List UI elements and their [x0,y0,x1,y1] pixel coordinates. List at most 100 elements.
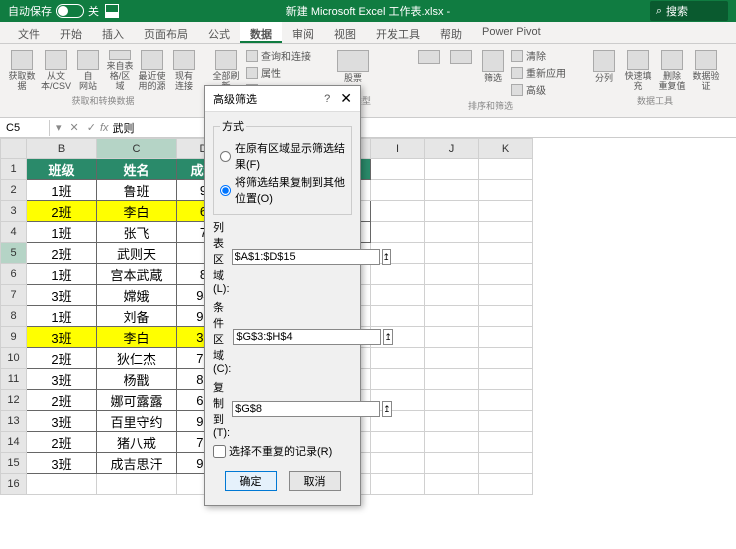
row-header[interactable]: 7 [1,285,27,306]
cell[interactable] [425,390,479,411]
ribbon-btn[interactable]: 删除重复值 [658,48,686,92]
row-header[interactable]: 11 [1,369,27,390]
ok-button[interactable]: 确定 [225,471,277,491]
row-header[interactable]: 14 [1,432,27,453]
cell[interactable]: 2班 [27,243,97,264]
cell[interactable]: 娜可露露 [97,390,177,411]
cell[interactable] [425,306,479,327]
cell[interactable] [479,474,533,495]
cell[interactable]: 1班 [27,222,97,243]
cell[interactable] [27,474,97,495]
ribbon-btn[interactable]: 最近使用的源 [138,48,166,92]
tab-Power Pivot[interactable]: Power Pivot [472,22,551,43]
cell[interactable] [479,327,533,348]
tab-数据[interactable]: 数据 [240,22,282,43]
cell[interactable]: 3班 [27,327,97,348]
criteria-range-input[interactable] [233,329,381,345]
cell[interactable]: 2班 [27,432,97,453]
cell[interactable] [425,474,479,495]
cell[interactable]: 百里守约 [97,411,177,432]
cell[interactable]: 刘备 [97,306,177,327]
cell[interactable] [371,369,425,390]
cell[interactable] [479,201,533,222]
cell[interactable]: 3班 [27,369,97,390]
row-header[interactable]: 13 [1,411,27,432]
col-header[interactable]: I [371,139,425,159]
ribbon-btn[interactable]: 数据验证 [692,48,720,92]
cell[interactable]: 3班 [27,411,97,432]
radio-copy-to[interactable]: 将筛选结果复制到其他位置(O) [220,174,345,206]
cell[interactable]: 1班 [27,264,97,285]
cell[interactable]: 班级 [27,159,97,180]
sort-desc-button[interactable] [447,48,475,92]
cell[interactable] [371,159,425,180]
tab-帮助[interactable]: 帮助 [430,22,472,43]
ribbon-btn[interactable]: 分列 [590,48,618,92]
autosave-toggle[interactable]: 自动保存 关 [8,3,99,19]
row-header[interactable]: 1 [1,159,27,180]
name-box[interactable]: C5 [0,120,50,136]
ribbon-item[interactable]: 属性 [246,65,311,80]
cell[interactable] [371,306,425,327]
cell[interactable]: 2班 [27,201,97,222]
col-header[interactable]: J [425,139,479,159]
close-icon[interactable]: ✕ [340,90,352,107]
reapply-filter[interactable]: 重新应用 [511,65,566,80]
sort-asc-button[interactable] [415,48,443,92]
ribbon-btn[interactable]: 快速填充 [624,48,652,92]
cell[interactable]: 1班 [27,306,97,327]
get-data-button[interactable]: 获取数据 [8,48,36,92]
row-header[interactable]: 6 [1,264,27,285]
filter-button[interactable]: 筛选 [479,48,507,92]
cell[interactable] [479,222,533,243]
tab-页面布局[interactable]: 页面布局 [134,22,198,43]
cell[interactable]: 狄仁杰 [97,348,177,369]
ribbon-btn[interactable]: 从文本/CSV [42,48,70,92]
cell[interactable]: 3班 [27,453,97,474]
cell[interactable] [425,411,479,432]
cell[interactable]: 武则天 [97,243,177,264]
cell[interactable] [371,432,425,453]
cell[interactable] [371,264,425,285]
row-header[interactable]: 10 [1,348,27,369]
tab-审阅[interactable]: 审阅 [282,22,324,43]
formula-input[interactable]: 武则 [113,120,135,136]
ribbon-btn[interactable]: 来自表格/区域 [106,48,134,92]
row-header[interactable]: 8 [1,306,27,327]
cell[interactable] [479,306,533,327]
row-header[interactable]: 15 [1,453,27,474]
ribbon-item[interactable]: 查询和连接 [246,48,311,63]
row-header[interactable]: 4 [1,222,27,243]
row-header[interactable]: 5 [1,243,27,264]
col-header[interactable] [1,139,27,159]
cell[interactable]: 李白 [97,201,177,222]
cell[interactable]: 宫本武蔵 [97,264,177,285]
cell[interactable] [479,411,533,432]
tab-开始[interactable]: 开始 [50,22,92,43]
unique-records-checkbox[interactable]: 选择不重复的记录(R) [213,443,352,459]
col-header[interactable]: B [27,139,97,159]
cell[interactable] [425,180,479,201]
cell[interactable]: 姓名 [97,159,177,180]
tab-视图[interactable]: 视图 [324,22,366,43]
fx-icon[interactable]: fx [100,122,109,134]
cell[interactable] [425,369,479,390]
cell[interactable] [479,453,533,474]
cell[interactable] [479,285,533,306]
cell[interactable]: 嫦娥 [97,285,177,306]
tab-公式[interactable]: 公式 [198,22,240,43]
cell[interactable] [479,348,533,369]
ribbon-btn[interactable]: 自网站 [74,48,102,92]
cell[interactable]: 猪八戒 [97,432,177,453]
tab-开发工具[interactable]: 开发工具 [366,22,430,43]
col-header[interactable]: C [97,139,177,159]
cell[interactable]: 张飞 [97,222,177,243]
cell[interactable] [425,285,479,306]
dialog-titlebar[interactable]: 高级筛选 ? ✕ [205,86,360,112]
cell[interactable] [371,453,425,474]
cell[interactable] [479,243,533,264]
collapse-icon[interactable]: ↥ [382,249,392,265]
save-icon[interactable] [105,4,119,18]
row-header[interactable]: 2 [1,180,27,201]
toggle-icon[interactable] [56,4,84,18]
